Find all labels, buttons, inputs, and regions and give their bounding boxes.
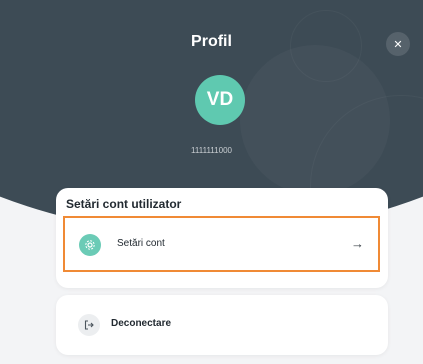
close-button[interactable]: ✕ bbox=[386, 32, 410, 56]
arrow-right-icon: → bbox=[351, 236, 364, 251]
user-phone: 1111111000 bbox=[191, 146, 232, 155]
logout-button[interactable] bbox=[56, 295, 388, 355]
account-settings-item[interactable] bbox=[63, 216, 380, 272]
logout-label: Deconectare bbox=[111, 318, 172, 329]
avatar-initials: VD bbox=[206, 89, 234, 110]
close-icon: ✕ bbox=[393, 38, 403, 51]
avatar: VD bbox=[195, 75, 245, 125]
logout-icon bbox=[78, 314, 100, 336]
account-settings-label: Setări cont bbox=[117, 238, 165, 249]
account-settings-title: Setări cont utilizator bbox=[66, 197, 182, 211]
page-title: Profil bbox=[191, 33, 232, 50]
gear-icon bbox=[79, 234, 101, 256]
